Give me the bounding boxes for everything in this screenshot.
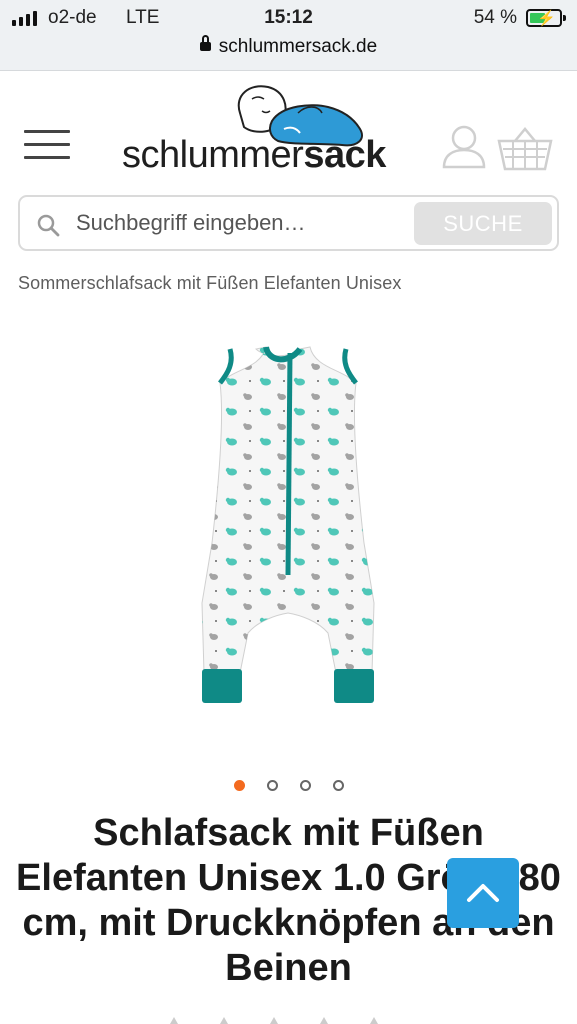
rating-stars-partial [170, 1017, 378, 1024]
breadcrumb[interactable]: Sommerschlafsack mit Füßen Elefanten Uni… [18, 273, 401, 294]
site-logo[interactable]: schlummersack [122, 83, 400, 181]
back-to-top-button[interactable] [447, 858, 519, 928]
carousel-dot[interactable] [332, 780, 344, 791]
status-bar: o2-de LTE 15:12 54 % ⚡ [0, 6, 577, 32]
hamburger-menu-icon[interactable] [24, 130, 70, 160]
search-icon [37, 214, 60, 237]
battery-icon: ⚡ [526, 9, 566, 27]
product-image[interactable] [188, 343, 388, 705]
chevron-up-icon [467, 884, 499, 902]
address-bar[interactable]: schlummersack.de [0, 35, 577, 58]
carousel-dot[interactable] [266, 780, 278, 791]
carousel-dot[interactable] [299, 780, 311, 791]
image-carousel-indicators [0, 780, 577, 791]
shopping-basket-icon[interactable] [497, 127, 553, 171]
browser-chrome: o2-de LTE 15:12 54 % ⚡ schlummersack.de [0, 0, 577, 71]
search-input[interactable] [76, 206, 416, 240]
search-bar: SUCHE [18, 195, 559, 251]
carousel-dot[interactable] [233, 780, 245, 791]
search-button[interactable]: SUCHE [414, 202, 552, 245]
logo-wordmark: schlummersack [122, 134, 386, 176]
user-icon[interactable] [441, 123, 487, 169]
charging-bolt-icon: ⚡ [537, 10, 556, 27]
site-header: schlummersack [0, 71, 577, 191]
lock-icon [199, 35, 211, 51]
url-text: schlummersack.de [218, 36, 378, 57]
battery-percent: 54 % [473, 7, 517, 28]
